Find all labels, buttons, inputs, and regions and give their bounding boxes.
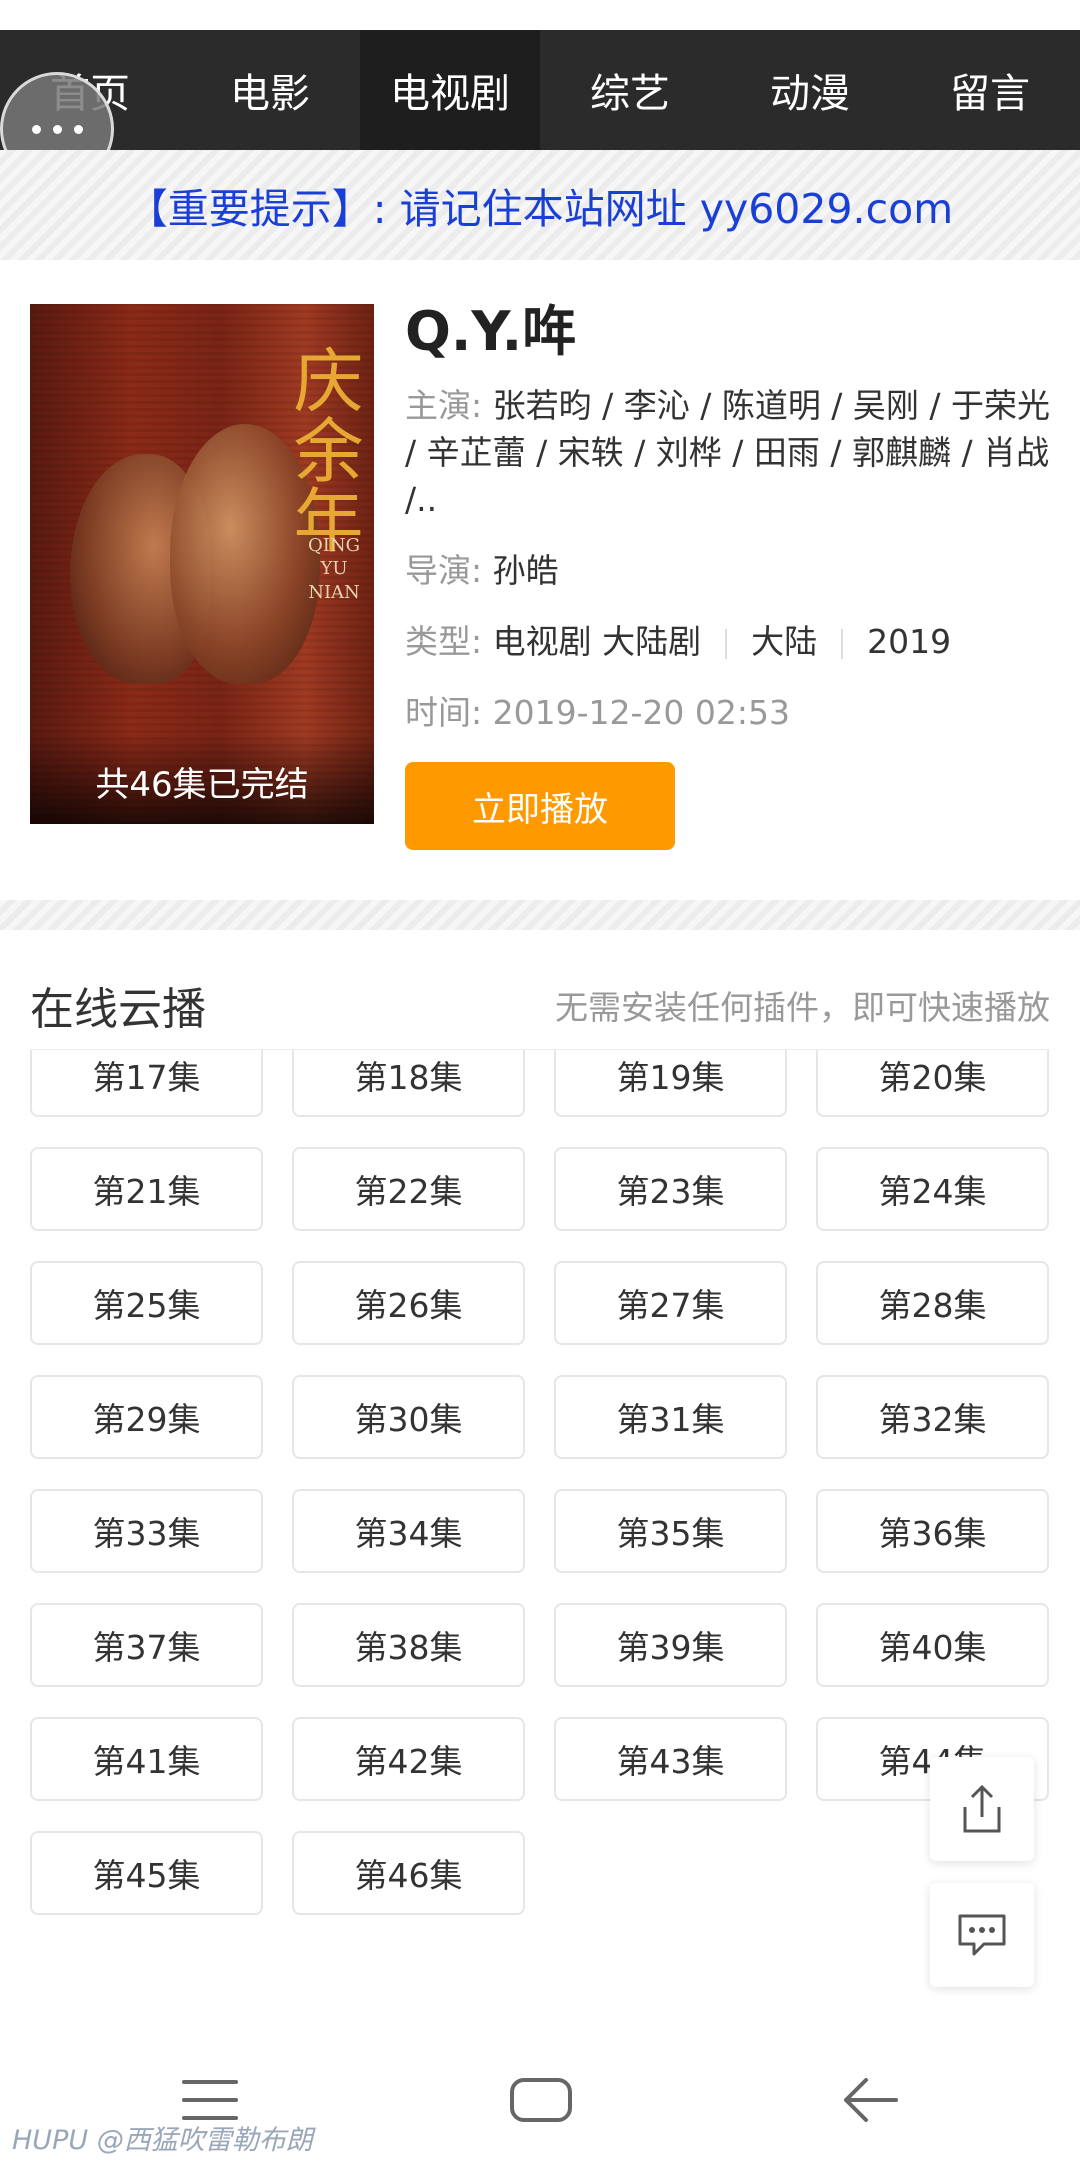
play-now-button[interactable]: 立即播放 xyxy=(405,762,675,850)
cast-row: 主演: 张若昀 / 李沁 / 陈道明 / 吴刚 / 于荣光 / 辛芷蕾 / 宋轶… xyxy=(405,382,1055,523)
episode-button[interactable]: 第33集 xyxy=(30,1489,263,1573)
episode-button[interactable]: 第45集 xyxy=(30,1831,263,1915)
episode-button[interactable]: 第34集 xyxy=(292,1489,525,1573)
nav-item-4[interactable]: 动漫 xyxy=(720,30,900,150)
show-info: 庆余年 QING YU NIAN 共46集已完结 Q.Y.哖 主演: 张若昀 /… xyxy=(0,260,1080,900)
share-icon-glyph xyxy=(963,1784,1001,1833)
poster-latin-title: QING YU NIAN xyxy=(308,535,360,603)
separator xyxy=(841,628,844,659)
time-label: 时间: xyxy=(405,693,483,732)
episode-button[interactable]: 第42集 xyxy=(292,1717,525,1801)
episode-status: 共46集已完结 xyxy=(95,765,309,805)
poster-logo: 庆余年 xyxy=(282,344,364,554)
genre-value: 电视剧 大陆剧 xyxy=(492,622,702,661)
page: 首页电影电视剧综艺动漫留言 【重要提示】: 请记住本站网址 yy6029.com… xyxy=(0,0,1080,2160)
episode-button[interactable]: 第40集 xyxy=(816,1603,1049,1687)
separator xyxy=(725,628,728,659)
episode-button[interactable]: 第38集 xyxy=(292,1603,525,1687)
episode-button[interactable]: 第36集 xyxy=(816,1489,1049,1573)
show-title: Q.Y.哖 xyxy=(405,300,577,363)
share-icon[interactable] xyxy=(930,1757,1034,1861)
year-value: 2019 xyxy=(867,622,952,661)
nav-item-1[interactable]: 电影 xyxy=(180,30,360,150)
watermark: HUPU @西猛吹雷勒布朗 xyxy=(12,2125,313,2156)
episode-button[interactable]: 第27集 xyxy=(554,1261,787,1345)
cast-value: 张若昀 / 李沁 / 陈道明 / 吴刚 / 于荣光 / 辛芷蕾 / 宋轶 / 刘… xyxy=(405,386,1051,519)
comment-icon[interactable] xyxy=(930,1883,1034,1987)
episode-button[interactable]: 第17集 xyxy=(30,1050,263,1117)
notice-banner: 【重要提示】: 请记住本站网址 yy6029.com xyxy=(0,150,1080,260)
show-details: Q.Y.哖 主演: 张若昀 / 李沁 / 陈道明 / 吴刚 / 于荣光 / 辛芷… xyxy=(405,296,1055,850)
director-value: 孙皓 xyxy=(492,551,559,590)
back-icon[interactable] xyxy=(842,2076,898,2124)
episode-button[interactable]: 第18集 xyxy=(292,1050,525,1117)
episode-button[interactable]: 第32集 xyxy=(816,1375,1049,1459)
section-divider xyxy=(0,900,1080,930)
region-value: 大陆 xyxy=(751,622,818,661)
episode-button[interactable]: 第21集 xyxy=(30,1147,263,1231)
nav-item-5[interactable]: 留言 xyxy=(900,30,1080,150)
episode-button[interactable]: 第43集 xyxy=(554,1717,787,1801)
episode-list: 第17集 第18集 第19集 第20集第21集 第22集 第23集 第24集第25集 第26集… xyxy=(30,1050,1050,1980)
nav-item-2[interactable]: 电视剧 xyxy=(360,30,540,150)
type-label: 类型: xyxy=(405,622,483,661)
section-tip: 无需安装任何插件，即可快速播放 xyxy=(555,987,1050,1027)
type-row: 类型: 电视剧 大陆剧 大陆 2019 xyxy=(405,618,1055,665)
nav-item-3[interactable]: 综艺 xyxy=(540,30,720,150)
episode-button[interactable]: 第26集 xyxy=(292,1261,525,1345)
episode-button[interactable]: 第20集 xyxy=(816,1050,1049,1117)
episode-button[interactable]: 第23集 xyxy=(554,1147,787,1231)
comment-icon-glyph xyxy=(958,1914,1006,1956)
episode-button[interactable]: 第35集 xyxy=(554,1489,787,1573)
section-title: 在线云播 xyxy=(30,983,206,1035)
episode-button[interactable]: 第41集 xyxy=(30,1717,263,1801)
episode-button[interactable]: 第29集 xyxy=(30,1375,263,1459)
episode-button[interactable]: 第19集 xyxy=(554,1050,787,1117)
menu-icon[interactable] xyxy=(182,2080,238,2120)
episode-button[interactable]: 第28集 xyxy=(816,1261,1049,1345)
cast-label: 主演: xyxy=(405,386,483,425)
episode-button[interactable]: 第25集 xyxy=(30,1261,263,1345)
episode-button[interactable]: 第46集 xyxy=(292,1831,525,1915)
episode-button[interactable]: 第22集 xyxy=(292,1147,525,1231)
section-header: 在线云播 无需安装任何插件，即可快速播放 xyxy=(30,960,1050,1050)
episode-button[interactable]: 第30集 xyxy=(292,1375,525,1459)
home-icon[interactable] xyxy=(510,2078,572,2122)
time-value: 2019-12-20 02:53 xyxy=(492,693,790,732)
episode-button[interactable]: 第39集 xyxy=(554,1603,787,1687)
episode-button[interactable]: 第37集 xyxy=(30,1603,263,1687)
episode-button[interactable]: 第24集 xyxy=(816,1147,1049,1231)
status-strip xyxy=(0,0,1080,30)
director-row: 导演: 孙皓 xyxy=(405,547,1055,594)
director-label: 导演: xyxy=(405,551,483,590)
time-row: 时间: 2019-12-20 02:53 xyxy=(405,689,1055,736)
poster-image[interactable]: 庆余年 QING YU NIAN 共46集已完结 xyxy=(30,304,374,824)
episode-button[interactable]: 第31集 xyxy=(554,1375,787,1459)
top-nav: 首页电影电视剧综艺动漫留言 xyxy=(0,30,1080,150)
